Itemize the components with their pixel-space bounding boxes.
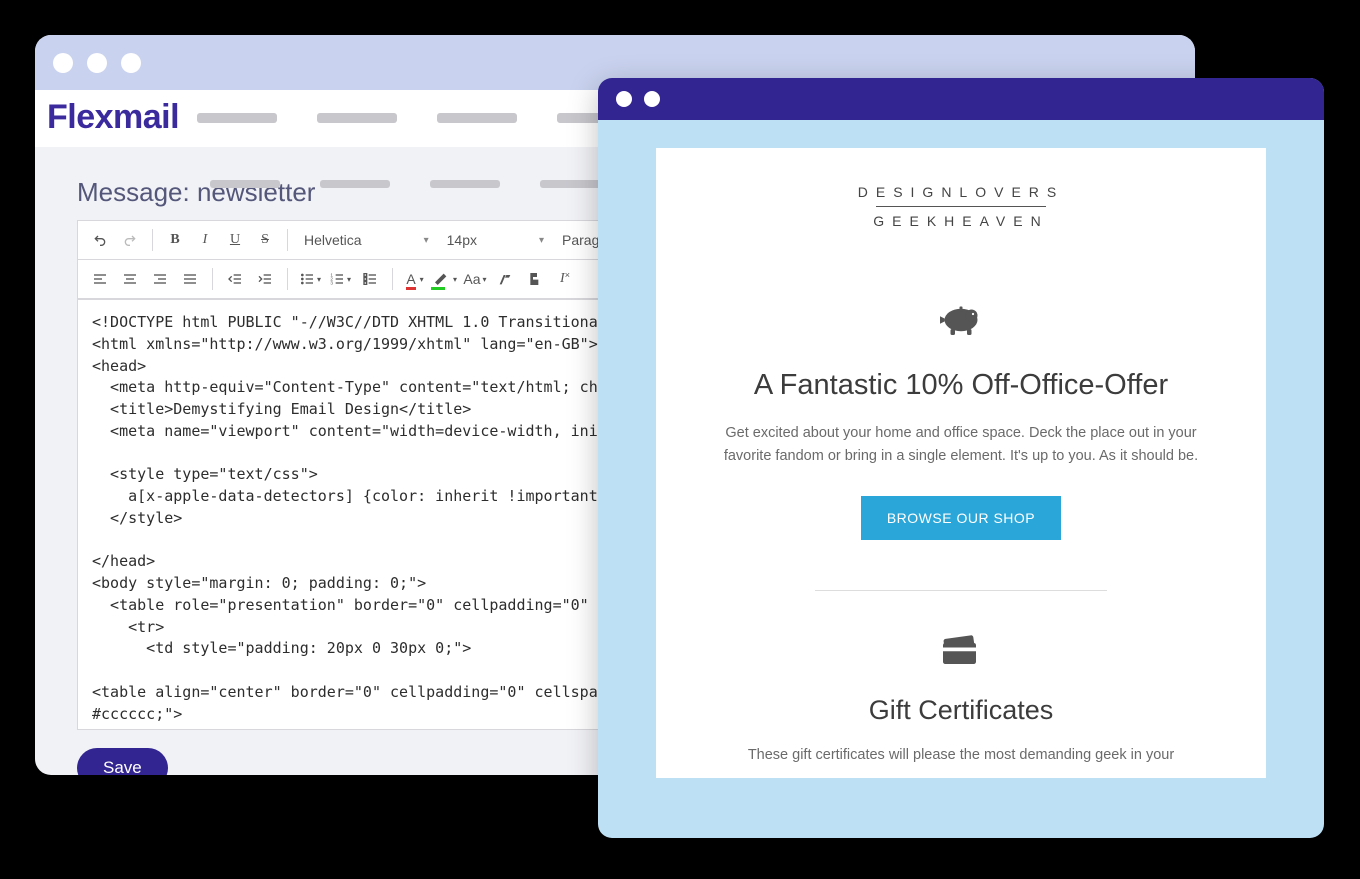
preview-body: DESIGNLOVERS GEEKHEAVEN A Fantastic 10% …: [598, 120, 1324, 778]
font-family-select[interactable]: Helvetica ▾: [296, 227, 437, 253]
highlight-color-button[interactable]: ▾: [431, 266, 459, 292]
window-dot: [121, 53, 141, 73]
brand-logo: Flexmail: [47, 98, 179, 137]
align-center-button[interactable]: [116, 266, 144, 292]
clear-format-button[interactable]: [491, 266, 519, 292]
section1-headline: A Fantastic 10% Off-Office-Offer: [718, 369, 1204, 402]
italic-button[interactable]: I: [191, 227, 219, 253]
window-dot: [616, 91, 632, 107]
bold-button[interactable]: B: [161, 227, 189, 253]
underline-button[interactable]: U: [221, 227, 249, 253]
piggybank-icon: [937, 299, 985, 339]
window-dot: [53, 53, 73, 73]
section-divider: [815, 590, 1107, 591]
section1-body: Get excited about your home and office s…: [718, 422, 1204, 468]
logo-divider: [876, 206, 1046, 207]
font-size-label: 14px: [447, 232, 477, 248]
preview-titlebar: [598, 78, 1324, 120]
email-content: DESIGNLOVERS GEEKHEAVEN A Fantastic 10% …: [656, 148, 1266, 778]
indent-button[interactable]: [251, 266, 279, 292]
redo-button[interactable]: [116, 227, 144, 253]
section2-body: These gift certificates will please the …: [718, 744, 1204, 767]
credit-card-icon: [937, 631, 985, 671]
format-painter-button[interactable]: [521, 266, 549, 292]
section2-headline: Gift Certificates: [718, 695, 1204, 726]
text-color-button[interactable]: A▾: [401, 266, 429, 292]
outdent-button[interactable]: [221, 266, 249, 292]
align-justify-button[interactable]: [176, 266, 204, 292]
top-nav-placeholder: [197, 113, 637, 123]
email-logo-bottom: GEEKHEAVEN: [718, 213, 1204, 229]
unordered-list-button[interactable]: ▾: [296, 266, 324, 292]
ordered-list-button[interactable]: 123▾: [326, 266, 354, 292]
checklist-button[interactable]: [356, 266, 384, 292]
font-size-select[interactable]: 14px ▾: [439, 227, 552, 253]
browse-shop-button[interactable]: BROWSE OUR SHOP: [861, 496, 1061, 540]
svg-text:3: 3: [330, 280, 333, 285]
undo-button[interactable]: [86, 227, 114, 253]
font-family-label: Helvetica: [304, 232, 362, 248]
window-dot: [644, 91, 660, 107]
font-case-button[interactable]: Aa▾: [461, 266, 489, 292]
align-left-button[interactable]: [86, 266, 114, 292]
strikethrough-button[interactable]: S: [251, 227, 279, 253]
save-button[interactable]: Save: [77, 748, 168, 775]
align-right-button[interactable]: [146, 266, 174, 292]
email-logo-top: DESIGNLOVERS: [718, 184, 1204, 206]
preview-window: DESIGNLOVERS GEEKHEAVEN A Fantastic 10% …: [598, 78, 1324, 838]
window-dot: [87, 53, 107, 73]
clear-styles-button[interactable]: I×: [551, 266, 579, 292]
